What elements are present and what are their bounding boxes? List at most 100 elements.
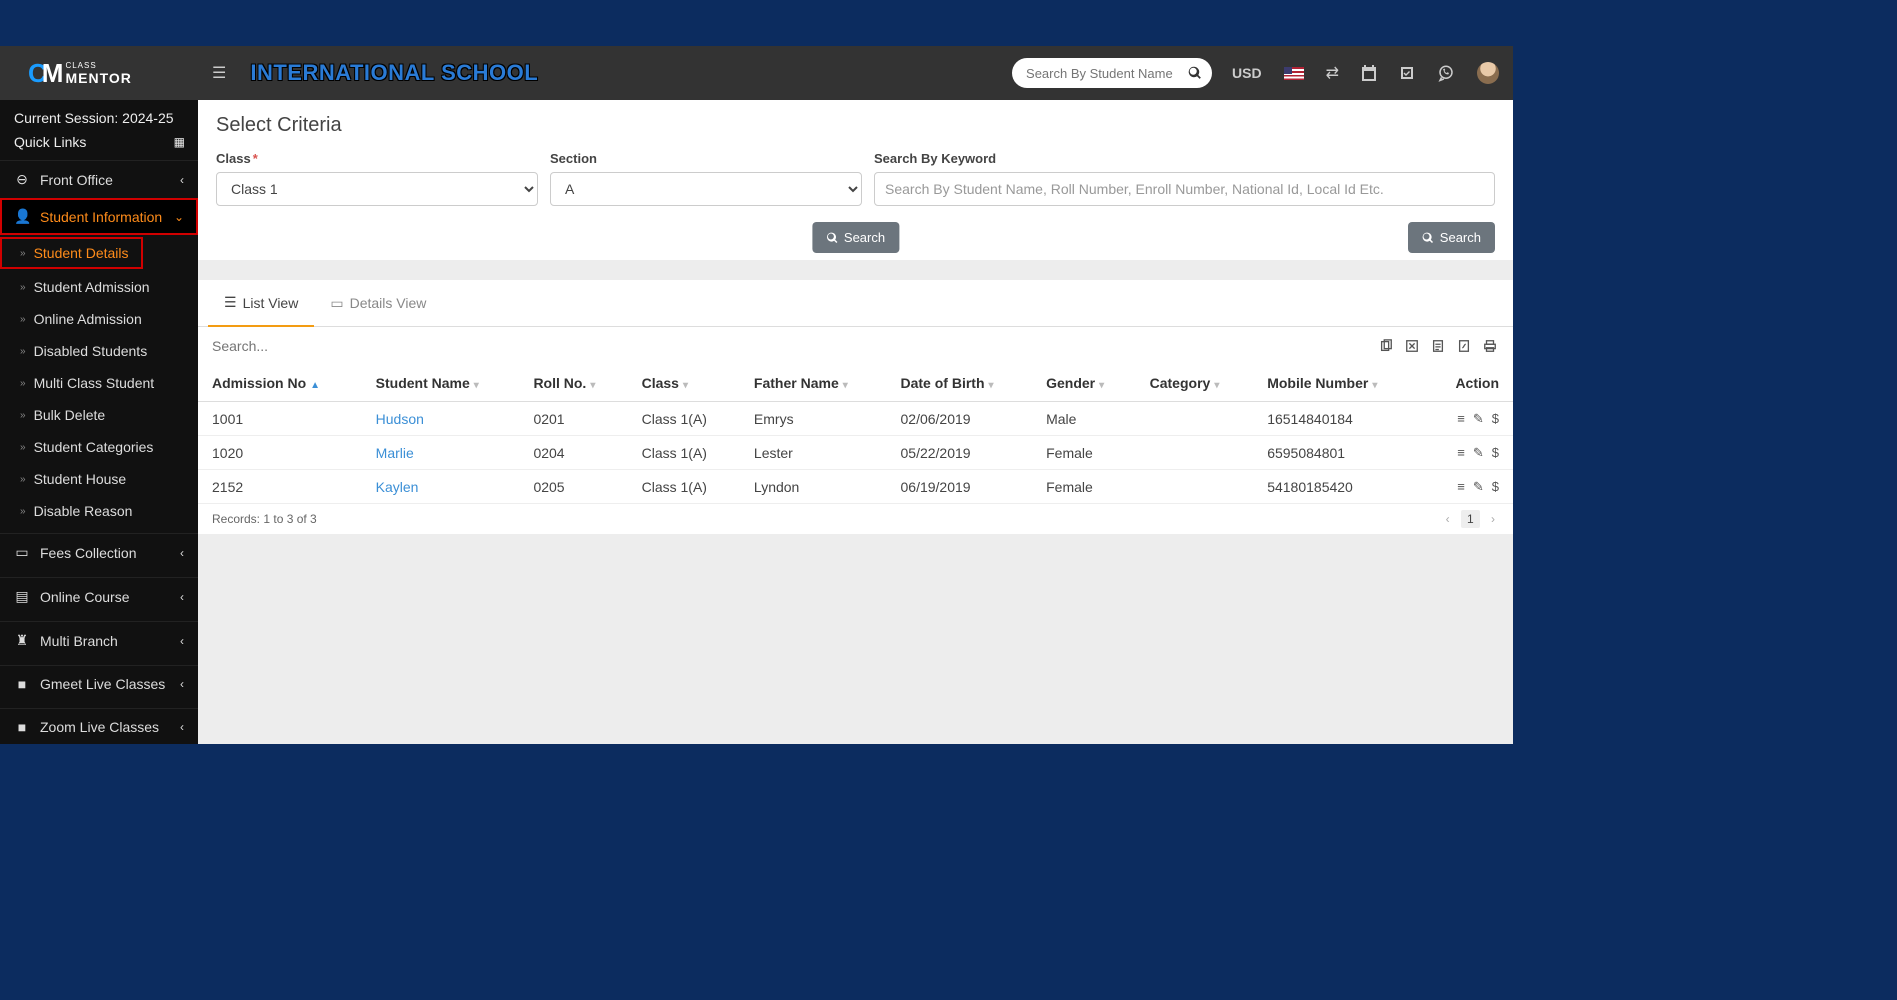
sub-multi-class[interactable]: »Multi Class Student [0, 367, 198, 399]
search-button-right[interactable]: Search [1408, 222, 1495, 253]
cell-mobile: 54180185420 [1253, 470, 1419, 504]
keyword-label: Search By Keyword [874, 151, 1495, 166]
cell-class: Class 1(A) [628, 470, 740, 504]
sub-student-admission[interactable]: »Student Admission [0, 271, 198, 303]
col-category[interactable]: Category▾ [1136, 365, 1254, 402]
grid-icon: ▦ [174, 135, 184, 149]
cell-roll: 0205 [519, 470, 627, 504]
col-roll[interactable]: Roll No.▾ [519, 365, 627, 402]
cell-name-link[interactable]: Marlie [362, 436, 520, 470]
col-class[interactable]: Class▾ [628, 365, 740, 402]
pager: ‹ 1 › [1442, 512, 1499, 526]
sub-student-categories[interactable]: »Student Categories [0, 431, 198, 463]
criteria-panel: Select Criteria Class* Class 1 Section A… [198, 100, 1513, 260]
cell-name-link[interactable]: Kaylen [362, 470, 520, 504]
edit-icon[interactable]: ✎ [1473, 445, 1484, 460]
nav-zoom[interactable]: ■ Zoom Live Classes ‹ [0, 708, 198, 744]
menu-icon[interactable]: ≡ [1457, 479, 1465, 494]
tabs: ☰ List View ▭ Details View [198, 280, 1513, 327]
edit-icon[interactable]: ✎ [1473, 411, 1484, 426]
nav-gmeet[interactable]: ■ Gmeet Live Classes ‹ [0, 665, 198, 702]
keyword-field: Search By Keyword [874, 151, 1495, 206]
sub-bulk-delete[interactable]: »Bulk Delete [0, 399, 198, 431]
nav-multi-branch[interactable]: ♜ Multi Branch ‹ [0, 621, 198, 659]
chevron-left-icon: ‹ [180, 546, 184, 560]
cell-father: Lyndon [740, 470, 887, 504]
topbar: CM CLASSMENTOR ☰ INTERNATIONAL SCHOOL US… [0, 46, 1513, 100]
global-search-input[interactable] [1026, 66, 1188, 81]
sub-disable-reason[interactable]: »Disable Reason [0, 495, 198, 527]
col-father[interactable]: Father Name▾ [740, 365, 887, 402]
sub-online-admission[interactable]: »Online Admission [0, 303, 198, 335]
task-check-icon[interactable] [1399, 65, 1415, 81]
sub-disabled-students[interactable]: »Disabled Students [0, 335, 198, 367]
table-search-input[interactable] [212, 338, 412, 354]
edit-icon[interactable]: ✎ [1473, 479, 1484, 494]
cell-father: Emrys [740, 402, 887, 436]
nav-fees-collection[interactable]: ▭ Fees Collection ‹ [0, 533, 198, 571]
user-plus-icon: 👤 [14, 208, 30, 225]
col-dob[interactable]: Date of Birth▾ [887, 365, 1033, 402]
quick-links[interactable]: Quick Links ▦ [0, 128, 198, 160]
class-field: Class* Class 1 [216, 151, 538, 206]
double-chevron-icon: » [20, 506, 26, 517]
menu-icon[interactable]: ≡ [1457, 445, 1465, 460]
cell-gender: Male [1032, 402, 1136, 436]
excel-icon[interactable] [1403, 337, 1421, 355]
sub-student-house[interactable]: »Student House [0, 463, 198, 495]
currency-selector[interactable]: USD [1232, 65, 1262, 81]
cell-dob: 05/22/2019 [887, 436, 1033, 470]
sub-student-details[interactable]: »Student Details [0, 237, 143, 269]
chevron-left-icon: ‹ [180, 634, 184, 648]
students-table: Admission No▲ Student Name▾ Roll No.▾ Cl… [198, 365, 1513, 504]
double-chevron-icon: » [20, 474, 26, 485]
print-icon[interactable] [1481, 337, 1499, 355]
tab-details-view[interactable]: ▭ Details View [314, 280, 442, 326]
double-chevron-icon: » [20, 378, 26, 389]
cell-name-link[interactable]: Hudson [362, 402, 520, 436]
course-icon: ▤ [14, 588, 30, 605]
pdf-icon[interactable] [1455, 337, 1473, 355]
col-name[interactable]: Student Name▾ [362, 365, 520, 402]
menu-toggle-icon[interactable]: ☰ [212, 63, 226, 83]
pager-prev[interactable]: ‹ [1446, 512, 1450, 526]
fee-icon[interactable]: $ [1492, 411, 1499, 426]
calendar-icon[interactable] [1361, 65, 1377, 81]
nav-student-information[interactable]: 👤 Student Information ⌄ [0, 198, 198, 235]
chevron-left-icon: ‹ [180, 590, 184, 604]
keyword-input[interactable] [874, 172, 1495, 206]
whatsapp-icon[interactable] [1437, 64, 1455, 82]
flag-us-icon[interactable] [1284, 67, 1304, 80]
swap-icon[interactable]: ⇄ [1326, 63, 1339, 83]
search-icon[interactable] [1188, 66, 1202, 80]
tab-list-view[interactable]: ☰ List View [208, 280, 314, 327]
video-icon: ■ [14, 719, 30, 735]
table-toolbar [198, 327, 1513, 365]
user-avatar[interactable] [1477, 62, 1499, 84]
col-admission[interactable]: Admission No▲ [198, 365, 362, 402]
csv-icon[interactable] [1429, 337, 1447, 355]
class-select[interactable]: Class 1 [216, 172, 538, 206]
nav-front-office[interactable]: ⊖ Front Office ‹ [0, 160, 198, 198]
fee-icon[interactable]: $ [1492, 445, 1499, 460]
menu-icon[interactable]: ≡ [1457, 411, 1465, 426]
content: Select Criteria Class* Class 1 Section A… [198, 100, 1513, 744]
copy-icon[interactable] [1377, 337, 1395, 355]
search-button-center[interactable]: Search [812, 222, 899, 253]
cell-dob: 02/06/2019 [887, 402, 1033, 436]
money-icon: ▭ [14, 544, 30, 561]
pager-current[interactable]: 1 [1461, 510, 1480, 528]
cell-dob: 06/19/2019 [887, 470, 1033, 504]
cell-admission: 1020 [198, 436, 362, 470]
double-chevron-icon: » [20, 314, 26, 325]
col-gender[interactable]: Gender▾ [1032, 365, 1136, 402]
cell-action: ≡ ✎ $ [1419, 470, 1513, 504]
section-select[interactable]: A [550, 172, 862, 206]
card-icon: ▭ [330, 295, 343, 312]
fee-icon[interactable]: $ [1492, 479, 1499, 494]
logo[interactable]: CM CLASSMENTOR [0, 46, 198, 100]
col-mobile[interactable]: Mobile Number▾ [1253, 365, 1419, 402]
nav-online-course[interactable]: ▤ Online Course ‹ [0, 577, 198, 615]
pager-next[interactable]: › [1491, 512, 1495, 526]
global-search[interactable] [1012, 58, 1212, 88]
